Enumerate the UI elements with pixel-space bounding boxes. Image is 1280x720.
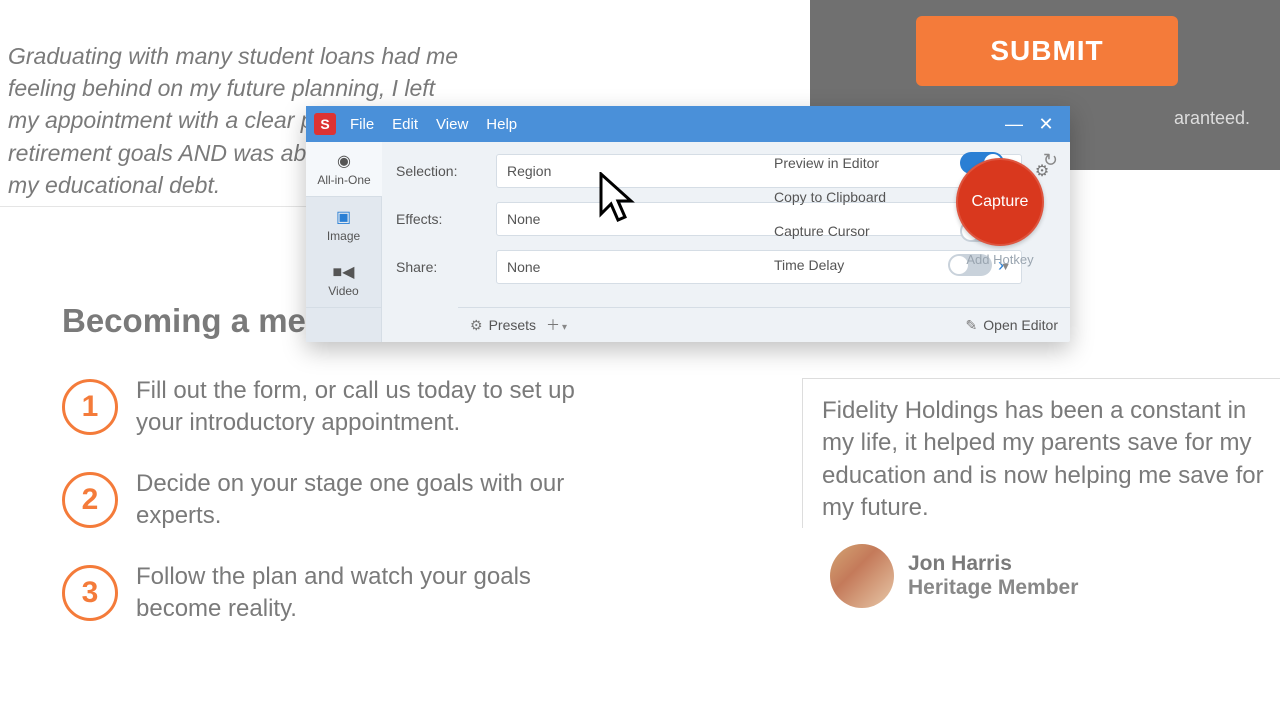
toggle-label-preview: Preview in Editor [774,155,879,171]
author-name: Jon Harris [908,552,1078,576]
open-editor-button[interactable]: ✎ Open Editor [966,317,1058,334]
step-number-badge: 1 [62,379,118,435]
step-item: 2 Decide on your stage one goals with ou… [62,468,602,533]
submit-button[interactable]: SUBMIT [916,16,1178,86]
snagit-window: S File Edit View Help — ✕ ◉ All-in-One ▣… [306,106,1070,342]
menu-file[interactable]: File [350,116,374,133]
camera-icon: ▣ [336,207,351,227]
tab-all-in-one[interactable]: ◉ All-in-One [306,142,382,197]
edit-icon: ✎ [966,317,978,334]
tab-label: Video [328,284,358,298]
step-text: Fill out the form, or call us today to s… [136,375,602,440]
toggle-label-cursor: Capture Cursor [774,223,870,239]
reset-button[interactable]: ↻ [1043,150,1058,171]
video-icon: ■◀ [333,262,355,282]
dropdown-value: None [507,259,540,275]
menu-edit[interactable]: Edit [392,116,418,133]
share-label: Share: [396,259,496,275]
refresh-icon: ↻ [1043,150,1058,170]
toggle-label-copy: Copy to Clipboard [774,189,886,205]
tab-video[interactable]: ■◀ Video [306,252,382,307]
presets-label[interactable]: Presets [489,317,536,333]
step-number-badge: 3 [62,565,118,621]
step-text: Follow the plan and watch your goals bec… [136,561,602,626]
minimize-button[interactable]: — [998,114,1030,135]
toggle-label-delay: Time Delay [774,257,844,273]
avatar [830,544,894,608]
testimonial-right: Fidelity Holdings has been a constant in… [822,395,1272,525]
tab-image[interactable]: ▣ Image [306,197,382,252]
testimonial-author: Jon Harris Heritage Member [830,544,1078,608]
dropdown-value: Region [507,163,551,179]
presets-gear-icon[interactable]: ⚙ [470,317,483,334]
step-item: 3 Follow the plan and watch your goals b… [62,561,602,626]
tab-label: All-in-One [317,173,370,187]
step-item: 1 Fill out the form, or call us today to… [62,375,602,440]
close-button[interactable]: ✕ [1030,114,1062,135]
add-hotkey-link[interactable]: Add Hotkey [940,252,1060,267]
author-role: Heritage Member [908,576,1078,600]
capture-mode-tabs: ◉ All-in-One ▣ Image ■◀ Video [306,142,382,342]
selection-label: Selection: [396,163,496,179]
cta-note: aranteed. [1174,108,1250,129]
menu-help[interactable]: Help [486,116,517,133]
steps-list: 1 Fill out the form, or call us today to… [62,375,602,653]
effects-label: Effects: [396,211,496,227]
titlebar[interactable]: S File Edit View Help — ✕ [306,106,1070,142]
dropdown-value: None [507,211,540,227]
app-icon: S [314,113,336,135]
menu-view[interactable]: View [436,116,468,133]
step-number-badge: 2 [62,472,118,528]
open-editor-label: Open Editor [983,317,1058,333]
target-icon: ◉ [337,151,351,171]
tab-label: Image [327,229,360,243]
step-text: Decide on your stage one goals with our … [136,468,602,533]
capture-button[interactable]: Capture [956,158,1044,246]
add-preset-button[interactable]: ＋▾ [546,315,567,335]
